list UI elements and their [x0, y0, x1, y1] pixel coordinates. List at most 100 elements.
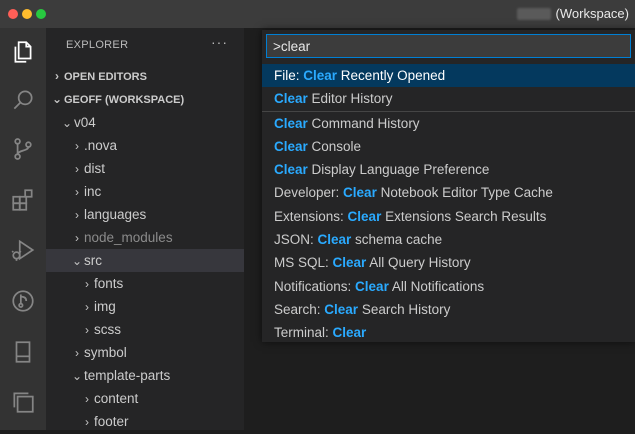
- command-prefix: Notifications:: [274, 278, 356, 294]
- tree-item-label: src: [84, 253, 102, 268]
- chevron-down-icon: ⌄: [61, 116, 73, 130]
- command-result[interactable]: Notifications: Clear All Notifications: [262, 275, 635, 298]
- command-prefix: JSON:: [274, 232, 318, 248]
- search-icon[interactable]: [7, 84, 39, 116]
- command-match-highlight: Clear: [324, 301, 359, 317]
- command-suffix: Command History: [307, 115, 420, 131]
- tree-item-label: content: [94, 391, 139, 406]
- command-prefix: Terminal:: [274, 325, 333, 341]
- command-result[interactable]: JSON: Clear schema cache: [262, 228, 635, 251]
- command-match-highlight: Clear: [274, 138, 308, 154]
- tree-item-folder[interactable]: › fonts: [46, 272, 244, 295]
- chevron-down-icon: ⌄: [51, 92, 63, 106]
- command-prefix: File:: [274, 68, 304, 83]
- tree-item-label: languages: [84, 207, 147, 222]
- run-debug-icon[interactable]: [7, 234, 39, 266]
- window-title: (Workspace): [555, 6, 629, 21]
- command-match-highlight: Clear: [274, 162, 308, 178]
- tree-item-folder[interactable]: › .nova: [46, 134, 244, 157]
- explorer-header: EXPLORER: [66, 39, 129, 51]
- chevron-right-icon: ›: [85, 277, 89, 291]
- chevron-down-icon: ⌄: [71, 254, 83, 268]
- tree-item-folder[interactable]: › img: [46, 295, 244, 318]
- chevron-right-icon: ›: [85, 392, 89, 406]
- panels-icon[interactable]: [7, 386, 39, 418]
- command-suffix: Notebook Editor Type Cache: [376, 185, 553, 201]
- tree-item-folder[interactable]: › scss: [46, 318, 244, 341]
- close-window-button[interactable]: [8, 9, 18, 19]
- tree-item-folder[interactable]: › dist: [46, 157, 244, 180]
- command-match-highlight: Clear: [317, 232, 352, 248]
- tree-item-label: scss: [94, 322, 121, 337]
- gitlens-icon[interactable]: [7, 285, 39, 317]
- tree-item-label: node_modules: [84, 230, 173, 245]
- command-result-selected[interactable]: File: Clear Recently Opened: [262, 64, 635, 88]
- command-match-highlight: Clear: [343, 185, 377, 201]
- command-result[interactable]: Clear Display Language Preference: [262, 158, 635, 181]
- chevron-right-icon: ›: [75, 231, 79, 245]
- extensions-icon[interactable]: [7, 184, 39, 216]
- more-actions-button[interactable]: ···: [211, 34, 228, 50]
- chevron-right-icon: ›: [75, 185, 79, 199]
- section-label: OPEN EDITORS: [64, 71, 147, 83]
- explorer-icon[interactable]: [7, 36, 39, 68]
- tree-item-folder[interactable]: › inc: [46, 180, 244, 203]
- chevron-down-icon: ⌄: [71, 369, 83, 383]
- command-suffix: All Notifications: [388, 278, 485, 294]
- command-result[interactable]: Extensions: Clear Extensions Search Resu…: [262, 205, 635, 228]
- command-prefix: Search:: [274, 301, 325, 317]
- command-suffix: Recently Opened: [337, 68, 446, 83]
- command-suffix: schema cache: [351, 232, 443, 248]
- command-result[interactable]: Clear Editor History: [262, 87, 635, 110]
- command-suffix: All Query History: [366, 255, 471, 271]
- chevron-right-icon: ›: [75, 346, 79, 360]
- tree-item-folder[interactable]: › node_modules: [46, 226, 244, 249]
- remote-explorer-icon[interactable]: [7, 336, 39, 368]
- zoom-window-button[interactable]: [36, 9, 46, 19]
- tree-item-folder[interactable]: ⌄ template-parts: [46, 364, 244, 387]
- section-label: GEOFF (WORKSPACE): [64, 94, 185, 106]
- chevron-right-icon: ›: [85, 300, 89, 314]
- command-suffix: Search History: [358, 301, 451, 317]
- command-suffix: Console: [307, 138, 362, 154]
- chevron-right-icon: ›: [75, 162, 79, 176]
- minimize-window-button[interactable]: [22, 9, 32, 19]
- command-match-highlight: Clear: [274, 91, 308, 107]
- tree-item-folder[interactable]: › languages: [46, 203, 244, 226]
- command-result[interactable]: MS SQL: Clear All Query History: [262, 251, 635, 274]
- chevron-right-icon: ›: [75, 208, 79, 222]
- command-result[interactable]: Search: Clear Search History: [262, 298, 635, 321]
- command-match-highlight: Clear: [332, 255, 367, 271]
- command-palette: File: Clear Recently OpenedClear Editor …: [262, 30, 635, 342]
- tree-item-label: template-parts: [84, 368, 171, 383]
- command-result[interactable]: Clear Command History: [262, 110, 635, 135]
- command-result[interactable]: Terminal: Clear: [262, 321, 635, 344]
- chevron-right-icon: ›: [85, 323, 89, 337]
- tree-item-folder[interactable]: ⌄ v04: [46, 111, 244, 134]
- command-match-highlight: Clear: [355, 278, 389, 294]
- explorer-sidebar: EXPLORER ··· › OPEN EDITORS ⌄ GEOFF (WORKS…: [46, 28, 244, 430]
- tree-item-label: .nova: [84, 138, 118, 153]
- chevron-right-icon: ›: [75, 139, 79, 153]
- tree-item-folder[interactable]: › symbol: [46, 341, 244, 364]
- tree-item-label: inc: [84, 184, 102, 199]
- tree-item-label: fonts: [94, 276, 124, 291]
- command-suffix: Display Language Preference: [307, 162, 490, 178]
- command-prefix: Extensions:: [274, 208, 348, 224]
- command-palette-input[interactable]: [266, 34, 631, 58]
- tree-item-label: img: [94, 299, 116, 314]
- source-control-icon[interactable]: [7, 133, 39, 165]
- tree-item-label: footer: [94, 414, 129, 429]
- command-match-highlight: Clear: [303, 68, 338, 83]
- command-match-highlight: Clear: [347, 208, 382, 224]
- open-editors-section[interactable]: › OPEN EDITORS: [46, 65, 244, 88]
- workspace-section[interactable]: ⌄ GEOFF (WORKSPACE): [46, 88, 244, 111]
- command-results-list: File: Clear Recently Opened Clear Editor …: [262, 64, 635, 345]
- tree-item-label: v04: [74, 115, 96, 130]
- command-result[interactable]: Developer: Clear Notebook Editor Type Ca…: [262, 181, 635, 204]
- command-suffix: Editor History: [307, 91, 393, 107]
- tree-item-folder[interactable]: › content: [46, 387, 244, 410]
- chevron-right-icon: ›: [55, 69, 59, 83]
- tree-item-folder-selected[interactable]: ⌄ src: [46, 249, 244, 272]
- command-result[interactable]: Clear Console: [262, 135, 635, 158]
